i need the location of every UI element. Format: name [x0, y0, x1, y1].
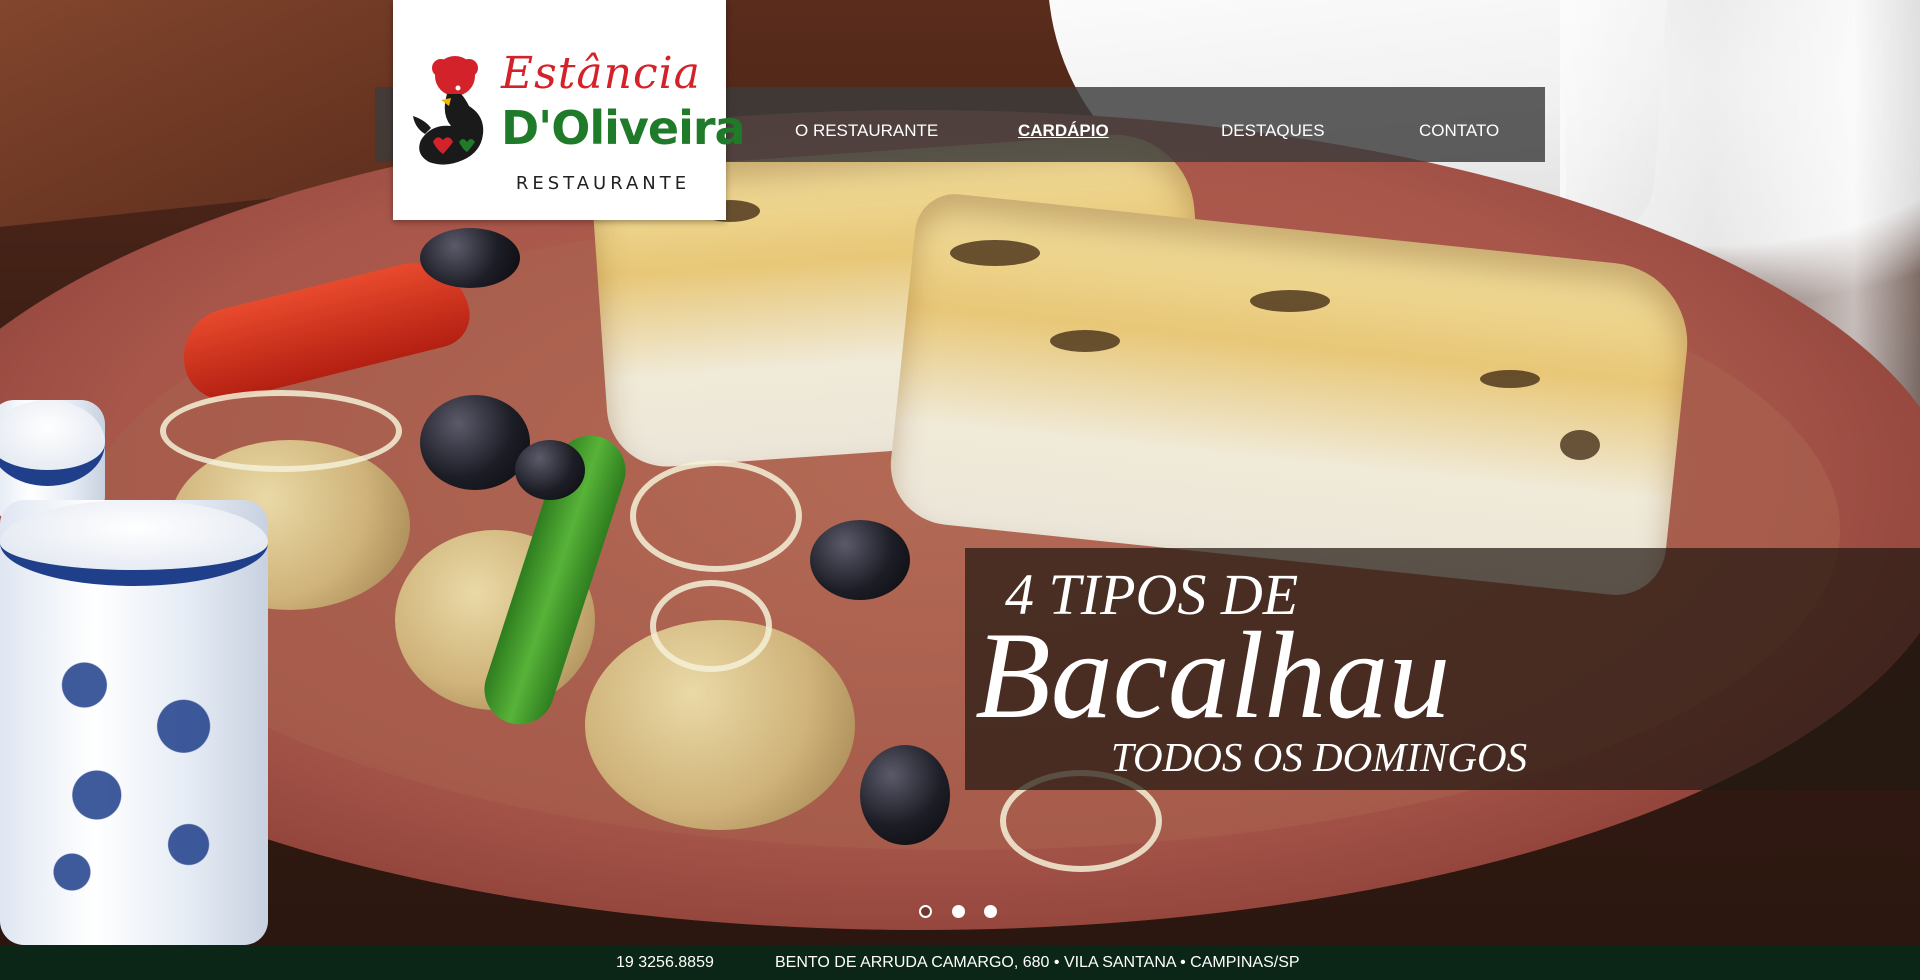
footer-bar: 19 3256.8859 BENTO DE ARRUDA CAMARGO, 68… [0, 945, 1920, 980]
logo-wordmark-doliveira: D'Oliveira [501, 101, 746, 155]
footer-phone: 19 3256.8859 [616, 954, 714, 971]
hero-onion [630, 460, 802, 572]
nav-item-label: DESTAQUES [1221, 121, 1325, 140]
nav-item-label: CARDÁPIO [1018, 121, 1109, 140]
slider-dot-1[interactable] [919, 905, 932, 918]
hero-olive [420, 395, 530, 490]
hero-olive [810, 520, 910, 600]
hero-char-mark [1560, 430, 1600, 460]
rooster-logo-icon [413, 56, 484, 165]
logo-wordmark-estancia: Estância [501, 48, 701, 99]
hero-onion [650, 580, 772, 672]
nav-item-label: CONTATO [1419, 121, 1500, 140]
hero-char-mark [1050, 330, 1120, 352]
promo-banner: 4 TIPOS DE Bacalhau TODOS OS DOMINGOS [965, 548, 1920, 790]
hero-olive [515, 440, 585, 500]
logo-subtitle: RESTAURANTE [515, 173, 691, 194]
hero-onion [160, 390, 402, 472]
nav-item-o-restaurante[interactable]: O RESTAURANTE [795, 87, 938, 162]
logo-link[interactable]: Estância D'Oliveira RESTAURANTE [393, 0, 746, 220]
promo-headline-main: Bacalhau [975, 607, 1451, 744]
slider-dot-3[interactable] [984, 905, 997, 918]
promo-headline-bottom: TODOS OS DOMINGOS [1111, 734, 1528, 780]
hero-salt-shaker [0, 500, 268, 945]
hero-olive [420, 228, 520, 288]
footer-address: BENTO DE ARRUDA CAMARGO, 680 • VILA SANT… [775, 954, 1300, 971]
slider-dot-2[interactable] [952, 905, 965, 918]
hero-char-mark [1250, 290, 1330, 312]
nav-item-cardapio[interactable]: CARDÁPIO [1018, 87, 1109, 162]
hero-olive [860, 745, 950, 845]
nav-item-label: O RESTAURANTE [795, 121, 939, 140]
nav-item-contato[interactable]: CONTATO [1419, 87, 1499, 162]
nav-item-destaques[interactable]: DESTAQUES [1221, 87, 1325, 162]
hero-char-mark [1480, 370, 1540, 388]
hero-char-mark [950, 240, 1040, 266]
